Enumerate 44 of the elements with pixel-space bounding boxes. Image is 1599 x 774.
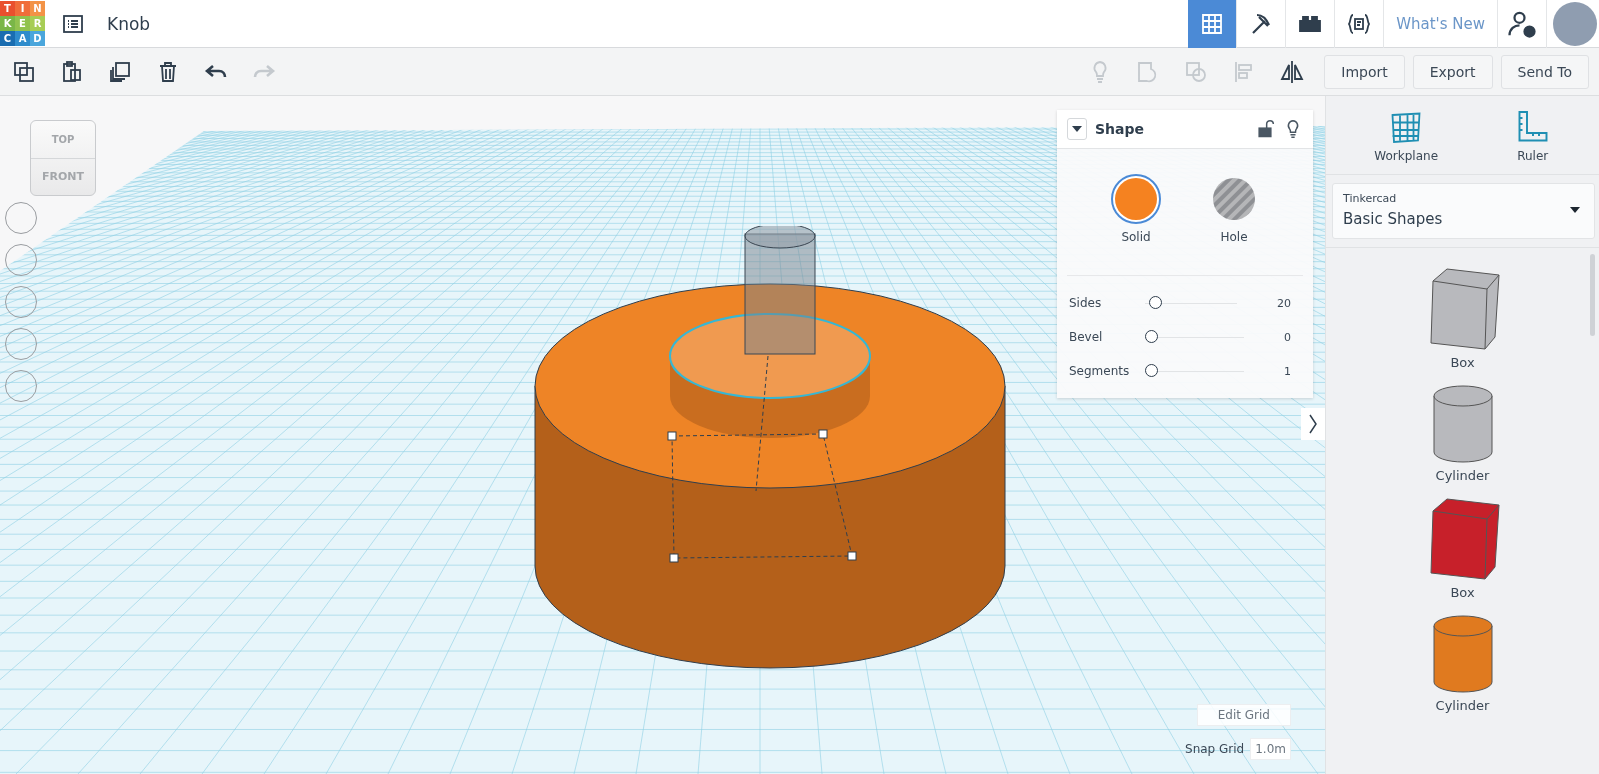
toolbar-button[interactable]: Import bbox=[1324, 54, 1405, 89]
edit-grid-button[interactable]: Edit Grid bbox=[1196, 704, 1291, 726]
clipboard-icon bbox=[60, 59, 84, 84]
hole-option[interactable]: Hole bbox=[1203, 173, 1265, 245]
unlock-icon[interactable] bbox=[1255, 119, 1275, 139]
grid-icon bbox=[1200, 11, 1225, 36]
shape-item[interactable]: Box bbox=[1418, 266, 1507, 371]
code-blocks-icon bbox=[1347, 11, 1372, 36]
param-label: Bevel bbox=[1069, 330, 1104, 344]
collapse-button[interactable] bbox=[1067, 118, 1087, 140]
param-value: 1 bbox=[1284, 364, 1291, 378]
snap-grid-label: Snap Grid bbox=[1185, 742, 1245, 756]
inspector-title: Shape bbox=[1095, 121, 1145, 137]
mirror-icon bbox=[1280, 59, 1305, 84]
snap-grid-select[interactable]: 1.0m bbox=[1250, 738, 1291, 760]
caret-icon bbox=[1072, 126, 1082, 132]
param-value: 0 bbox=[1284, 330, 1291, 344]
shape-item[interactable]: Cylinder bbox=[1425, 383, 1500, 484]
slider-thumb[interactable] bbox=[1145, 330, 1158, 343]
ungroup-icon bbox=[1184, 59, 1209, 84]
param-value: 20 bbox=[1277, 296, 1291, 310]
workplane-tool[interactable]: Workplane bbox=[1368, 108, 1444, 164]
duplicate-icon bbox=[108, 59, 132, 84]
toolbar-button[interactable]: Send To bbox=[1500, 54, 1589, 89]
cube-front-label: FRONT bbox=[31, 157, 95, 195]
caret-icon bbox=[1570, 207, 1580, 213]
ruler-tool[interactable]: Ruler bbox=[1508, 108, 1557, 164]
avatar[interactable] bbox=[1553, 1, 1597, 46]
toolbar-button[interactable]: Export bbox=[1412, 54, 1493, 89]
scrollbar[interactable] bbox=[1590, 254, 1595, 336]
param-label: Segments bbox=[1069, 364, 1131, 378]
design-title[interactable]: Knob bbox=[107, 13, 151, 34]
chevron-icon bbox=[1309, 414, 1317, 434]
slider-thumb[interactable] bbox=[1145, 364, 1158, 377]
copy-icon bbox=[12, 59, 36, 84]
shape-item[interactable]: Box bbox=[1418, 496, 1507, 601]
shape-item[interactable]: Cylinder bbox=[1425, 613, 1500, 714]
cube-top-label: TOP bbox=[50, 132, 76, 147]
slider-thumb[interactable] bbox=[1148, 296, 1162, 309]
solid-option[interactable]: Solid bbox=[1105, 173, 1167, 245]
logo[interactable]: T I N K E R C A D bbox=[0, 1, 45, 46]
param-label: Sides bbox=[1069, 296, 1103, 310]
expand-button[interactable] bbox=[1301, 408, 1325, 440]
shape-library-select[interactable]: Tinkercad Basic Shapes bbox=[1332, 183, 1595, 239]
